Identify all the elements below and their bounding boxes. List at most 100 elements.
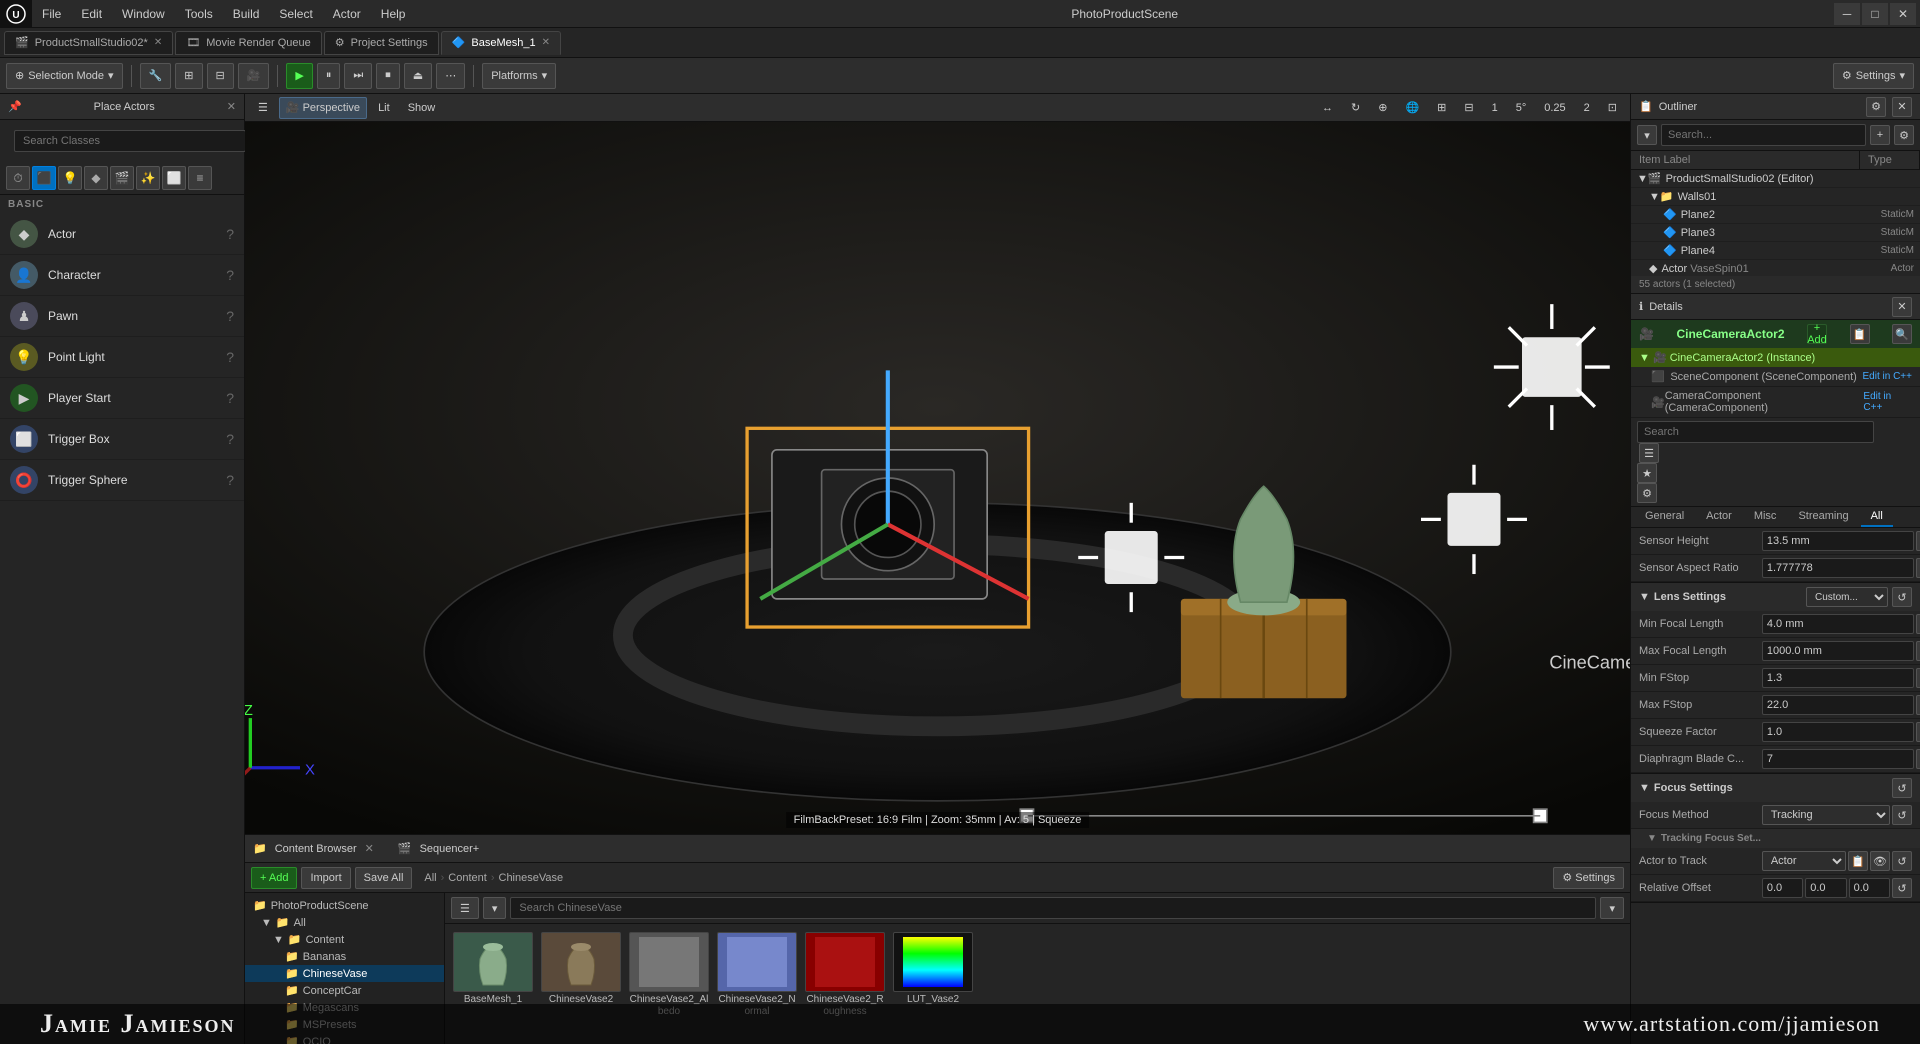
filter-btn[interactable]: ▾: [483, 897, 507, 919]
min-fstop-input[interactable]: [1762, 668, 1914, 688]
trigger-box-help[interactable]: ?: [226, 431, 234, 447]
trigger-sphere-help[interactable]: ?: [226, 472, 234, 488]
max-fstop-input[interactable]: [1762, 695, 1914, 715]
recently-placed-tab[interactable]: ⏱: [6, 166, 30, 190]
scene-comp-edit[interactable]: Edit in C++: [1863, 371, 1912, 382]
minimize-button[interactable]: ─: [1834, 3, 1860, 25]
tree-content[interactable]: ▼ 📁 Content: [245, 931, 444, 948]
actor-to-track-select[interactable]: None Actor Actor2: [1762, 851, 1846, 871]
sensor-aspect-input[interactable]: [1762, 558, 1914, 578]
sensor-height-reset[interactable]: ↺: [1916, 531, 1920, 551]
offset-y-input[interactable]: [1805, 878, 1846, 898]
outliner-add-btn[interactable]: +: [1870, 125, 1890, 145]
pause-button[interactable]: ⏸: [317, 63, 341, 89]
offset-z-input[interactable]: [1849, 878, 1890, 898]
outliner-plane3[interactable]: 🔷 Plane3 StaticM: [1631, 224, 1920, 242]
actor-item-trigger-sphere[interactable]: ⭕ Trigger Sphere ?: [0, 460, 244, 501]
visual-tab[interactable]: ✨: [136, 166, 160, 190]
tab-settings[interactable]: ⚙ Project Settings: [324, 31, 439, 55]
pawn-help[interactable]: ?: [226, 308, 234, 324]
details-close-btn[interactable]: ✕: [1892, 297, 1912, 317]
play-button[interactable]: ▶: [286, 63, 312, 89]
place-actors-close[interactable]: ✕: [227, 100, 236, 113]
menu-select[interactable]: Select: [269, 0, 322, 28]
grid-btn[interactable]: ⊟: [207, 63, 234, 89]
max-focal-reset[interactable]: ↺: [1916, 641, 1920, 661]
cb-settings-button[interactable]: ⚙ Settings: [1553, 867, 1624, 889]
camera-comp-edit[interactable]: Edit in C++: [1863, 391, 1912, 413]
mode-button[interactable]: ⊕ Selection Mode ▾: [6, 63, 123, 89]
camera-speed-btn[interactable]: 🎥: [238, 63, 270, 89]
squeeze-input[interactable]: [1762, 722, 1914, 742]
tree-mspresets[interactable]: 📁 MSPresets: [245, 1016, 444, 1033]
min-fstop-reset[interactable]: ↺: [1916, 668, 1920, 688]
sensor-aspect-reset[interactable]: ↺: [1916, 558, 1920, 578]
all-classes-tab[interactable]: ≡: [188, 166, 212, 190]
outliner-root[interactable]: ▼ 🎬 ProductSmallStudio02 (Editor): [1631, 170, 1920, 188]
tracking-focus-header[interactable]: ▼ Tracking Focus Set...: [1631, 829, 1920, 848]
hamburger-button[interactable]: ☰: [251, 97, 275, 119]
eject-button[interactable]: ⏏: [404, 63, 432, 89]
asset-filter-dropdown[interactable]: ▾: [1600, 897, 1624, 919]
max-fstop-reset[interactable]: ↺: [1916, 695, 1920, 715]
tab-all[interactable]: All: [1861, 507, 1893, 527]
search-classes-input[interactable]: [14, 130, 246, 152]
menu-actor[interactable]: Actor: [323, 0, 371, 28]
outliner-filter-btn[interactable]: ▾: [1637, 125, 1657, 145]
settings-button[interactable]: ⚙ Settings ▾: [1833, 63, 1914, 89]
stop-button[interactable]: ⏹: [376, 63, 400, 89]
breadcrumb-vase[interactable]: ChineseVase: [499, 872, 564, 884]
actor-item-point-light[interactable]: 💡 Point Light ?: [0, 337, 244, 378]
surface-snap-btn[interactable]: ⊞: [1430, 97, 1453, 119]
scene-tab-close[interactable]: ✕: [154, 37, 162, 48]
asset-lut[interactable]: LUT_Vase2: [893, 932, 973, 1006]
details-search-input[interactable]: [1637, 421, 1874, 443]
platforms-button[interactable]: Platforms ▾: [482, 63, 556, 89]
list-view-btn[interactable]: ☰: [1639, 443, 1659, 463]
star-btn[interactable]: ★: [1637, 463, 1657, 483]
tree-concept-car[interactable]: 📁 ConceptCar: [245, 982, 444, 999]
outliner-search-input[interactable]: [1661, 124, 1866, 146]
outliner-plane4[interactable]: 🔷 Plane4 StaticM: [1631, 242, 1920, 260]
actor-track-reset[interactable]: ↺: [1892, 851, 1912, 871]
menu-file[interactable]: File: [32, 0, 71, 28]
import-button[interactable]: Import: [301, 867, 350, 889]
maximize-button[interactable]: □: [1862, 3, 1888, 25]
actor-track-view[interactable]: 👁: [1870, 851, 1890, 871]
scene-component-scene[interactable]: ⬛ SceneComponent (SceneComponent) Edit i…: [1631, 367, 1920, 387]
focus-reset-btn[interactable]: ↺: [1892, 778, 1912, 798]
actor-help[interactable]: ?: [226, 226, 234, 242]
tab-general[interactable]: General: [1635, 507, 1694, 527]
add-button[interactable]: + Add: [251, 867, 297, 889]
viewports-btn[interactable]: 2: [1577, 97, 1597, 119]
volumes-tab[interactable]: ⬜: [162, 166, 186, 190]
perspective-button[interactable]: 🎥 Perspective: [279, 97, 367, 119]
focus-section-header[interactable]: ▼ Focus Settings ↺: [1631, 774, 1920, 802]
transform-btn[interactable]: 🔧: [140, 63, 172, 89]
world-space-btn[interactable]: 🌐: [1398, 97, 1426, 119]
tab-render[interactable]: 🎞 Movie Render Queue: [175, 31, 322, 55]
outliner-options-btn[interactable]: ⚙: [1894, 125, 1914, 145]
menu-help[interactable]: Help: [371, 0, 416, 28]
tree-root[interactable]: 📁 PhotoProductScene: [245, 897, 444, 914]
character-help[interactable]: ?: [226, 267, 234, 283]
min-focal-reset[interactable]: ↺: [1916, 614, 1920, 634]
blueprint-btn[interactable]: 📋: [1850, 324, 1870, 344]
offset-reset[interactable]: ↺: [1892, 878, 1912, 898]
focus-method-reset[interactable]: ↺: [1892, 805, 1912, 825]
cinematic-tab[interactable]: 🎬: [110, 166, 134, 190]
min-focal-input[interactable]: [1762, 614, 1914, 634]
actor-item-pawn[interactable]: ♟ Pawn ?: [0, 296, 244, 337]
search-details-btn[interactable]: 🔍: [1892, 324, 1912, 344]
offset-x-input[interactable]: [1762, 878, 1803, 898]
asset-search-input[interactable]: [510, 897, 1596, 919]
outliner-actor[interactable]: ◆ Actor VaseSpin01 Actor: [1631, 260, 1920, 276]
focus-method-select[interactable]: None Manual Tracking: [1762, 805, 1890, 825]
asset-albedo[interactable]: ChineseVase2_Albedo: [629, 932, 709, 1018]
lights-tab[interactable]: 💡: [58, 166, 82, 190]
content-browser-close[interactable]: ✕: [365, 842, 374, 855]
tab-streaming[interactable]: Streaming: [1788, 507, 1858, 527]
menu-window[interactable]: Window: [112, 0, 175, 28]
transform-gizmo-btn[interactable]: ↔: [1315, 97, 1340, 119]
lit-button[interactable]: Lit: [371, 97, 397, 119]
